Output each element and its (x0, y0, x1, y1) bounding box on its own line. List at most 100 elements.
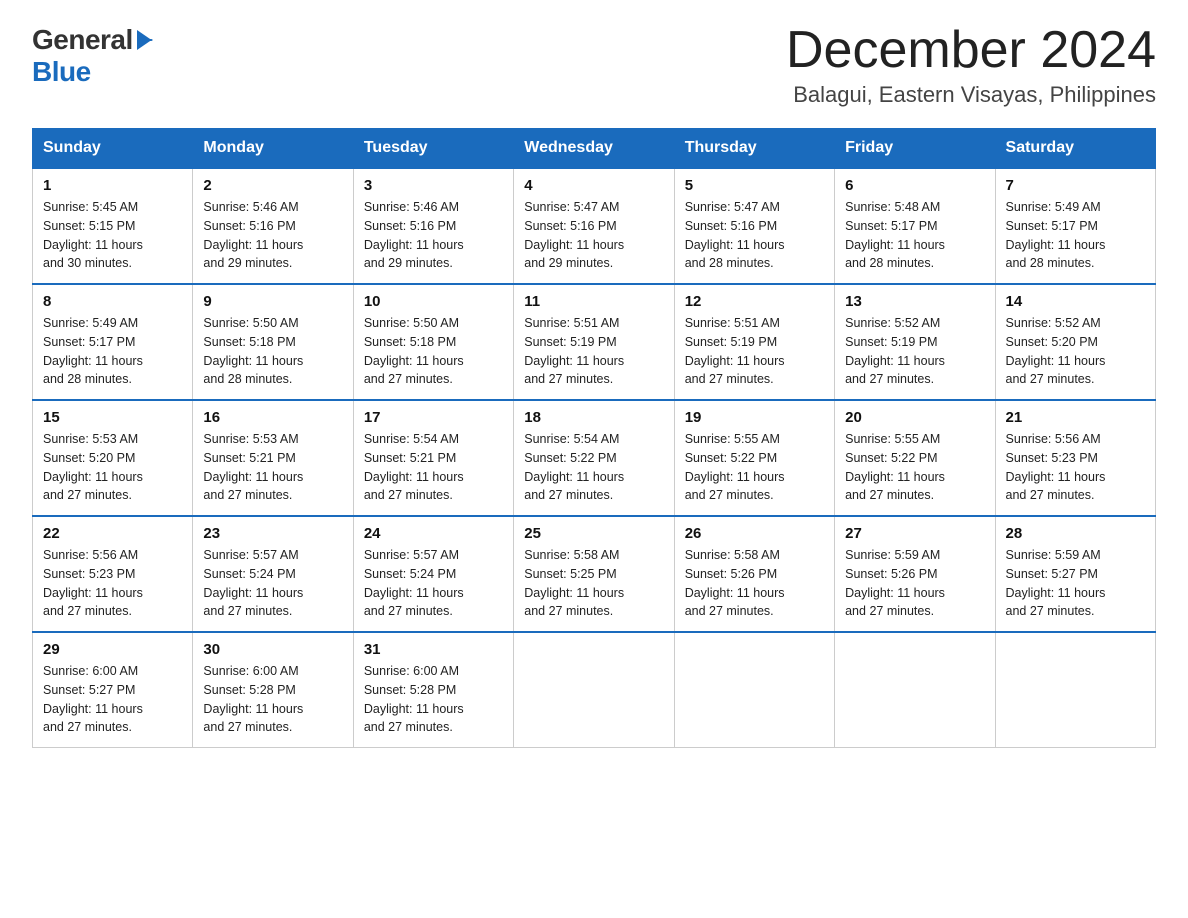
calendar-week-row: 1 Sunrise: 5:45 AM Sunset: 5:15 PM Dayli… (33, 168, 1156, 284)
calendar-cell (835, 632, 995, 748)
column-header-wednesday: Wednesday (514, 129, 674, 169)
day-info: Sunrise: 5:59 AM Sunset: 5:27 PM Dayligh… (1006, 546, 1145, 621)
calendar-cell: 8 Sunrise: 5:49 AM Sunset: 5:17 PM Dayli… (33, 284, 193, 400)
day-number: 26 (685, 525, 824, 542)
calendar-cell: 30 Sunrise: 6:00 AM Sunset: 5:28 PM Dayl… (193, 632, 353, 748)
calendar-table: SundayMondayTuesdayWednesdayThursdayFrid… (32, 128, 1156, 748)
day-number: 8 (43, 293, 182, 310)
day-info: Sunrise: 5:57 AM Sunset: 5:24 PM Dayligh… (203, 546, 342, 621)
day-info: Sunrise: 5:50 AM Sunset: 5:18 PM Dayligh… (364, 314, 503, 389)
day-info: Sunrise: 5:53 AM Sunset: 5:21 PM Dayligh… (203, 430, 342, 505)
day-info: Sunrise: 5:48 AM Sunset: 5:17 PM Dayligh… (845, 198, 984, 273)
day-number: 1 (43, 177, 182, 194)
calendar-cell: 27 Sunrise: 5:59 AM Sunset: 5:26 PM Dayl… (835, 516, 995, 632)
page-header: General Blue December 2024 Balagui, East… (32, 24, 1156, 108)
day-info: Sunrise: 5:54 AM Sunset: 5:21 PM Dayligh… (364, 430, 503, 505)
calendar-cell: 28 Sunrise: 5:59 AM Sunset: 5:27 PM Dayl… (995, 516, 1155, 632)
day-info: Sunrise: 5:58 AM Sunset: 5:26 PM Dayligh… (685, 546, 824, 621)
day-number: 23 (203, 525, 342, 542)
day-number: 25 (524, 525, 663, 542)
day-info: Sunrise: 5:58 AM Sunset: 5:25 PM Dayligh… (524, 546, 663, 621)
day-info: Sunrise: 5:51 AM Sunset: 5:19 PM Dayligh… (524, 314, 663, 389)
day-info: Sunrise: 5:54 AM Sunset: 5:22 PM Dayligh… (524, 430, 663, 505)
calendar-cell: 31 Sunrise: 6:00 AM Sunset: 5:28 PM Dayl… (353, 632, 513, 748)
calendar-week-row: 15 Sunrise: 5:53 AM Sunset: 5:20 PM Dayl… (33, 400, 1156, 516)
day-info: Sunrise: 5:56 AM Sunset: 5:23 PM Dayligh… (1006, 430, 1145, 505)
day-info: Sunrise: 5:50 AM Sunset: 5:18 PM Dayligh… (203, 314, 342, 389)
calendar-cell: 17 Sunrise: 5:54 AM Sunset: 5:21 PM Dayl… (353, 400, 513, 516)
month-year-title: December 2024 (786, 24, 1156, 76)
day-info: Sunrise: 5:49 AM Sunset: 5:17 PM Dayligh… (43, 314, 182, 389)
calendar-cell (995, 632, 1155, 748)
day-number: 5 (685, 177, 824, 194)
calendar-cell: 2 Sunrise: 5:46 AM Sunset: 5:16 PM Dayli… (193, 168, 353, 284)
day-number: 11 (524, 293, 663, 310)
calendar-cell: 5 Sunrise: 5:47 AM Sunset: 5:16 PM Dayli… (674, 168, 834, 284)
logo-general-text: General (32, 24, 133, 56)
calendar-week-row: 8 Sunrise: 5:49 AM Sunset: 5:17 PM Dayli… (33, 284, 1156, 400)
column-header-thursday: Thursday (674, 129, 834, 169)
calendar-cell (674, 632, 834, 748)
day-info: Sunrise: 5:57 AM Sunset: 5:24 PM Dayligh… (364, 546, 503, 621)
calendar-cell: 13 Sunrise: 5:52 AM Sunset: 5:19 PM Dayl… (835, 284, 995, 400)
calendar-cell: 12 Sunrise: 5:51 AM Sunset: 5:19 PM Dayl… (674, 284, 834, 400)
column-header-saturday: Saturday (995, 129, 1155, 169)
day-info: Sunrise: 5:47 AM Sunset: 5:16 PM Dayligh… (685, 198, 824, 273)
day-number: 14 (1006, 293, 1145, 310)
day-info: Sunrise: 5:56 AM Sunset: 5:23 PM Dayligh… (43, 546, 182, 621)
calendar-week-row: 29 Sunrise: 6:00 AM Sunset: 5:27 PM Dayl… (33, 632, 1156, 748)
column-header-sunday: Sunday (33, 129, 193, 169)
day-number: 22 (43, 525, 182, 542)
location-subtitle: Balagui, Eastern Visayas, Philippines (786, 82, 1156, 108)
logo-blue-text: Blue (32, 56, 91, 88)
day-number: 30 (203, 641, 342, 658)
day-info: Sunrise: 5:59 AM Sunset: 5:26 PM Dayligh… (845, 546, 984, 621)
calendar-cell: 1 Sunrise: 5:45 AM Sunset: 5:15 PM Dayli… (33, 168, 193, 284)
day-number: 31 (364, 641, 503, 658)
calendar-cell: 10 Sunrise: 5:50 AM Sunset: 5:18 PM Dayl… (353, 284, 513, 400)
day-number: 28 (1006, 525, 1145, 542)
calendar-cell: 4 Sunrise: 5:47 AM Sunset: 5:16 PM Dayli… (514, 168, 674, 284)
day-number: 15 (43, 409, 182, 426)
day-number: 18 (524, 409, 663, 426)
day-info: Sunrise: 5:52 AM Sunset: 5:19 PM Dayligh… (845, 314, 984, 389)
day-info: Sunrise: 5:49 AM Sunset: 5:17 PM Dayligh… (1006, 198, 1145, 273)
day-number: 2 (203, 177, 342, 194)
calendar-cell: 18 Sunrise: 5:54 AM Sunset: 5:22 PM Dayl… (514, 400, 674, 516)
calendar-cell: 22 Sunrise: 5:56 AM Sunset: 5:23 PM Dayl… (33, 516, 193, 632)
calendar-cell: 16 Sunrise: 5:53 AM Sunset: 5:21 PM Dayl… (193, 400, 353, 516)
day-info: Sunrise: 5:55 AM Sunset: 5:22 PM Dayligh… (685, 430, 824, 505)
column-header-monday: Monday (193, 129, 353, 169)
title-block: December 2024 Balagui, Eastern Visayas, … (786, 24, 1156, 108)
calendar-cell: 6 Sunrise: 5:48 AM Sunset: 5:17 PM Dayli… (835, 168, 995, 284)
calendar-header-row: SundayMondayTuesdayWednesdayThursdayFrid… (33, 129, 1156, 169)
day-number: 20 (845, 409, 984, 426)
logo: General Blue (32, 24, 153, 88)
day-number: 12 (685, 293, 824, 310)
day-number: 4 (524, 177, 663, 194)
day-info: Sunrise: 6:00 AM Sunset: 5:28 PM Dayligh… (203, 662, 342, 737)
column-header-friday: Friday (835, 129, 995, 169)
calendar-cell: 21 Sunrise: 5:56 AM Sunset: 5:23 PM Dayl… (995, 400, 1155, 516)
day-number: 17 (364, 409, 503, 426)
calendar-cell: 25 Sunrise: 5:58 AM Sunset: 5:25 PM Dayl… (514, 516, 674, 632)
day-info: Sunrise: 5:46 AM Sunset: 5:16 PM Dayligh… (364, 198, 503, 273)
calendar-cell: 14 Sunrise: 5:52 AM Sunset: 5:20 PM Dayl… (995, 284, 1155, 400)
calendar-cell: 29 Sunrise: 6:00 AM Sunset: 5:27 PM Dayl… (33, 632, 193, 748)
day-number: 13 (845, 293, 984, 310)
calendar-cell: 15 Sunrise: 5:53 AM Sunset: 5:20 PM Dayl… (33, 400, 193, 516)
day-number: 7 (1006, 177, 1145, 194)
day-info: Sunrise: 5:52 AM Sunset: 5:20 PM Dayligh… (1006, 314, 1145, 389)
calendar-cell (514, 632, 674, 748)
day-info: Sunrise: 5:46 AM Sunset: 5:16 PM Dayligh… (203, 198, 342, 273)
day-number: 19 (685, 409, 824, 426)
day-number: 21 (1006, 409, 1145, 426)
day-number: 10 (364, 293, 503, 310)
calendar-cell: 23 Sunrise: 5:57 AM Sunset: 5:24 PM Dayl… (193, 516, 353, 632)
column-header-tuesday: Tuesday (353, 129, 513, 169)
calendar-cell: 19 Sunrise: 5:55 AM Sunset: 5:22 PM Dayl… (674, 400, 834, 516)
day-info: Sunrise: 5:53 AM Sunset: 5:20 PM Dayligh… (43, 430, 182, 505)
day-number: 27 (845, 525, 984, 542)
day-info: Sunrise: 6:00 AM Sunset: 5:27 PM Dayligh… (43, 662, 182, 737)
calendar-cell: 24 Sunrise: 5:57 AM Sunset: 5:24 PM Dayl… (353, 516, 513, 632)
